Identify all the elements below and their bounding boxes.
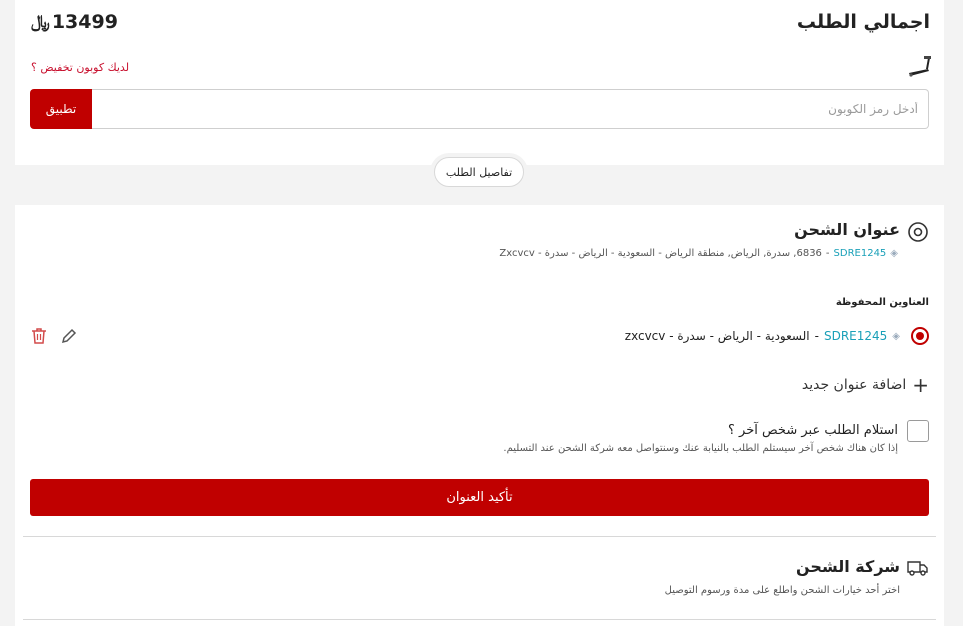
apply-coupon-button[interactable]: تطبيق xyxy=(30,89,92,129)
saved-address-radio[interactable] xyxy=(911,327,929,345)
plus-icon: + xyxy=(912,373,929,397)
divider xyxy=(23,619,936,620)
order-total-title: اجمالي الطلب xyxy=(796,11,930,33)
confirm-address-button[interactable]: تأكيد العنوان xyxy=(30,479,929,516)
saved-address-item[interactable]: ◈ SDRE1245 - السعودية - الرياض - سدرة - … xyxy=(625,327,900,345)
delivery-truck-icon xyxy=(907,561,928,576)
current-address-text: 6836, سدرة, الرياض, منطقة الرياض - السعو… xyxy=(499,248,822,259)
diamond-icon: ◈ xyxy=(892,330,900,342)
coupon-input[interactable] xyxy=(91,89,929,129)
add-new-address-button[interactable]: + اضافة عنوان جديد xyxy=(802,375,929,395)
saved-addresses-heading: العناوين المحفوظة xyxy=(835,297,929,308)
shipping-card: عنوان الشحن ◈ SDRE1245 - 6836, سدرة, الر… xyxy=(15,205,944,626)
total-value: 13499 xyxy=(51,11,118,33)
coupon-question-link[interactable]: لديك كوبون تخفيض ؟ xyxy=(31,61,129,74)
separator: - xyxy=(825,248,830,259)
divider xyxy=(23,536,936,537)
shipping-company-title: شركة الشحن xyxy=(796,557,900,576)
order-total-amount: ﷼ 13499 xyxy=(31,11,118,33)
current-address-code: SDRE1245 xyxy=(833,248,887,259)
pickup-other-description: إذا كان هناك شخص آخر سيستلم الطلب بالنيا… xyxy=(503,443,898,454)
separator: - xyxy=(814,329,819,343)
add-new-address-label: اضافة عنوان جديد xyxy=(801,377,907,393)
shipping-company-subtitle: اختر أحد خيارات الشحن واطلع على مدة ورسو… xyxy=(664,585,900,596)
pickup-other-label: استلام الطلب عبر شخص آخر ؟ xyxy=(728,423,898,438)
saved-address-text: السعودية - الرياض - سدرة - zxcvcv xyxy=(624,329,810,343)
diamond-icon: ◈ xyxy=(890,248,898,259)
current-address: ◈ SDRE1245 - 6836, سدرة, الرياض, منطقة ا… xyxy=(499,248,898,259)
order-details-toggle[interactable]: تفاصيل الطلب xyxy=(434,157,524,187)
edit-pencil-icon[interactable] xyxy=(61,328,77,344)
pickup-other-checkbox[interactable] xyxy=(907,420,929,442)
currency-symbol: ﷼ xyxy=(31,12,50,32)
order-summary-card: اجمالي الطلب ﷼ 13499 لديك كوبون تخفيض ؟ … xyxy=(15,0,944,165)
saved-address-code: SDRE1245 xyxy=(823,329,888,343)
shipping-address-title: عنوان الشحن xyxy=(794,220,900,239)
location-pin-icon xyxy=(908,222,928,242)
treadmill-icon xyxy=(909,56,931,77)
trash-icon[interactable] xyxy=(31,327,47,345)
